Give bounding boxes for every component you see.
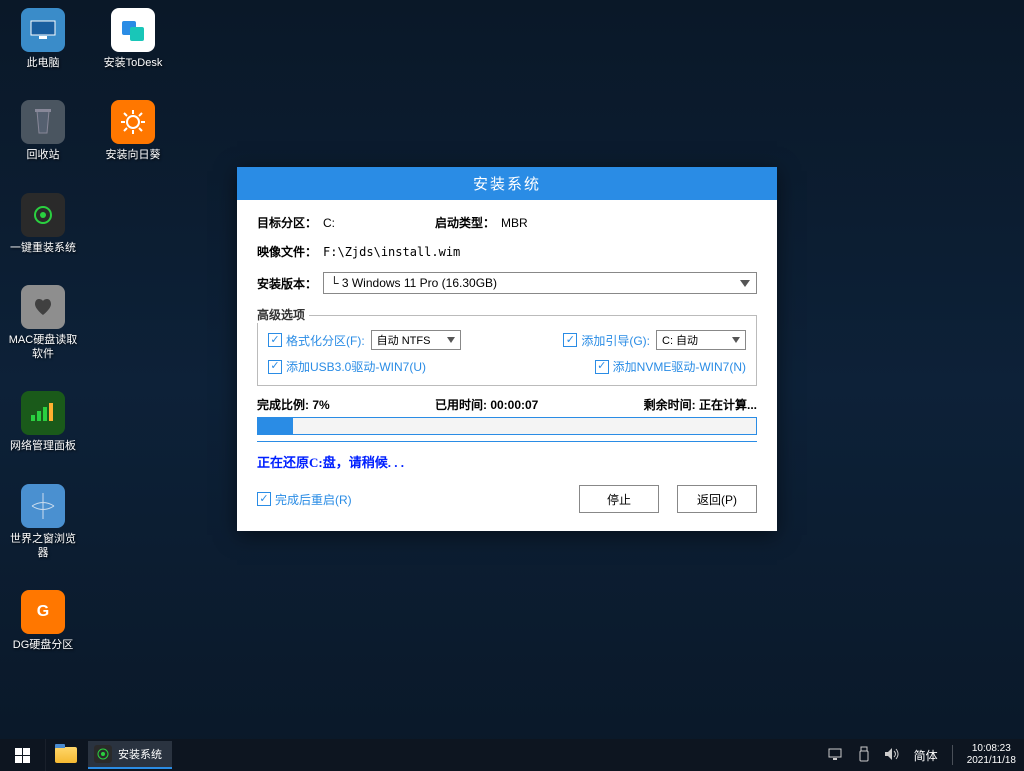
image-file-value: F:\Zjds\install.wim	[323, 245, 460, 259]
desktop-icon-label: 网络管理面板	[10, 439, 76, 453]
advanced-options-label: 高级选项	[253, 306, 309, 323]
network-panel-icon	[21, 391, 65, 435]
mac-disk-icon	[21, 285, 65, 329]
todesk-icon	[111, 8, 155, 52]
taskbar-app-install[interactable]: 安装系统	[88, 741, 172, 769]
checkmark-icon	[268, 360, 282, 374]
progress-fill	[258, 418, 293, 434]
boot-type-value: MBR	[501, 216, 528, 230]
clock-date: 2021/11/18	[967, 755, 1016, 767]
usb3-driver-checkbox[interactable]: 添加USB3.0驱动-WIN7(U)	[268, 358, 426, 375]
clock-time: 10:08:23	[967, 743, 1016, 755]
desktop-icon-todesk[interactable]: 安装ToDesk	[98, 8, 168, 70]
desktop-icon-dg[interactable]: G DG硬盘分区	[8, 590, 78, 652]
reboot-checkbox[interactable]: 完成后重启(R)	[257, 491, 352, 508]
boot-drive-select[interactable]: C: 自动	[656, 330, 746, 350]
dialog-title: 安装系统	[237, 167, 777, 200]
volume-tray-icon[interactable]	[884, 747, 900, 764]
install-dialog: 安装系统 目标分区： C: 启动类型： MBR 映像文件： F:\Zjds\in…	[237, 167, 777, 531]
target-partition-value: C:	[323, 216, 335, 230]
reinstall-icon	[21, 193, 65, 237]
remain-label: 剩余时间:	[644, 398, 696, 412]
format-partition-checkbox[interactable]: 格式化分区(F):	[268, 332, 365, 349]
install-version-label: 安装版本：	[257, 275, 317, 292]
desktop-icon-net[interactable]: 网络管理面板	[8, 391, 78, 453]
desktop-icon-label: 安装向日葵	[106, 148, 161, 162]
advanced-options-group: 格式化分区(F): 自动 NTFS 添加引导(G): C: 自动 添加USB3.…	[257, 315, 757, 386]
folder-icon	[55, 747, 77, 763]
chevron-down-icon	[732, 337, 740, 343]
nvme-driver-checkbox[interactable]: 添加NVME驱动-WIN7(N)	[595, 358, 746, 375]
start-button[interactable]	[0, 739, 46, 771]
network-tray-icon[interactable]	[828, 747, 844, 764]
desktop-icon-mac[interactable]: MAC硬盘读取软件	[8, 285, 78, 362]
desktop-icon-browser[interactable]: 世界之窗浏览器	[8, 484, 78, 561]
dg-partition-icon: G	[21, 590, 65, 634]
checkmark-icon	[268, 333, 282, 347]
install-version-value: └ 3 Windows 11 Pro (16.30GB)	[330, 276, 497, 290]
clock[interactable]: 10:08:23 2021/11/18	[967, 743, 1016, 767]
install-version-select[interactable]: └ 3 Windows 11 Pro (16.30GB)	[323, 272, 757, 294]
status-message: 正在还原C:盘，请稍候. . .	[257, 452, 757, 471]
desktop-icon-recycle[interactable]: 回收站	[8, 100, 78, 162]
checkmark-icon	[563, 333, 577, 347]
back-button[interactable]: 返回(P)	[677, 485, 757, 513]
elapsed-label: 已用时间:	[435, 398, 487, 412]
desktop-icon-label: 安装ToDesk	[104, 56, 163, 70]
chevron-down-icon	[740, 280, 750, 287]
taskbar-app-title: 安装系统	[118, 746, 162, 762]
desktop-icon-label: DG硬盘分区	[13, 638, 74, 652]
desktop-icon-label: 一键重装系统	[10, 241, 76, 255]
system-tray: 简体 10:08:23 2021/11/18	[828, 739, 1024, 771]
remain-value: 正在计算...	[699, 398, 757, 412]
desktop-icon-label: 回收站	[27, 148, 60, 162]
taskbar: 安装系统 简体 10:08:23 2021/11/18	[0, 739, 1024, 771]
add-boot-checkbox[interactable]: 添加引导(G):	[563, 332, 650, 349]
windows-logo-icon	[15, 748, 30, 763]
browser-icon	[21, 484, 65, 528]
file-explorer-button[interactable]	[46, 739, 86, 771]
checkmark-icon	[257, 492, 271, 506]
desktop-icon-reinstall[interactable]: 一键重装系统	[8, 193, 78, 255]
progress-pct-value: 7%	[312, 398, 329, 412]
checkmark-icon	[595, 360, 609, 374]
elapsed-value: 00:00:07	[490, 398, 538, 412]
app-icon	[94, 745, 112, 763]
progress-bar	[257, 417, 757, 435]
image-file-label: 映像文件：	[257, 243, 317, 260]
pc-icon	[21, 8, 65, 52]
sunflower-icon	[111, 100, 155, 144]
ime-indicator[interactable]: 简体	[914, 747, 938, 764]
divider	[257, 441, 757, 442]
format-type-select[interactable]: 自动 NTFS	[371, 330, 461, 350]
boot-type-label: 启动类型：	[435, 214, 495, 231]
desktop-icon-label: 此电脑	[27, 56, 60, 70]
desktop-icon-label: MAC硬盘读取软件	[8, 333, 78, 362]
progress-pct-label: 完成比例:	[257, 398, 309, 412]
tray-separator	[952, 745, 953, 765]
desktop-icon-pc[interactable]: 此电脑	[8, 8, 78, 70]
desktop-icon-sunflower[interactable]: 安装向日葵	[98, 100, 168, 162]
stop-button[interactable]: 停止	[579, 485, 659, 513]
desktop-icon-label: 世界之窗浏览器	[8, 532, 78, 561]
chevron-down-icon	[447, 337, 455, 343]
recycle-bin-icon	[21, 100, 65, 144]
target-partition-label: 目标分区：	[257, 214, 317, 231]
usb-tray-icon[interactable]	[858, 746, 870, 765]
